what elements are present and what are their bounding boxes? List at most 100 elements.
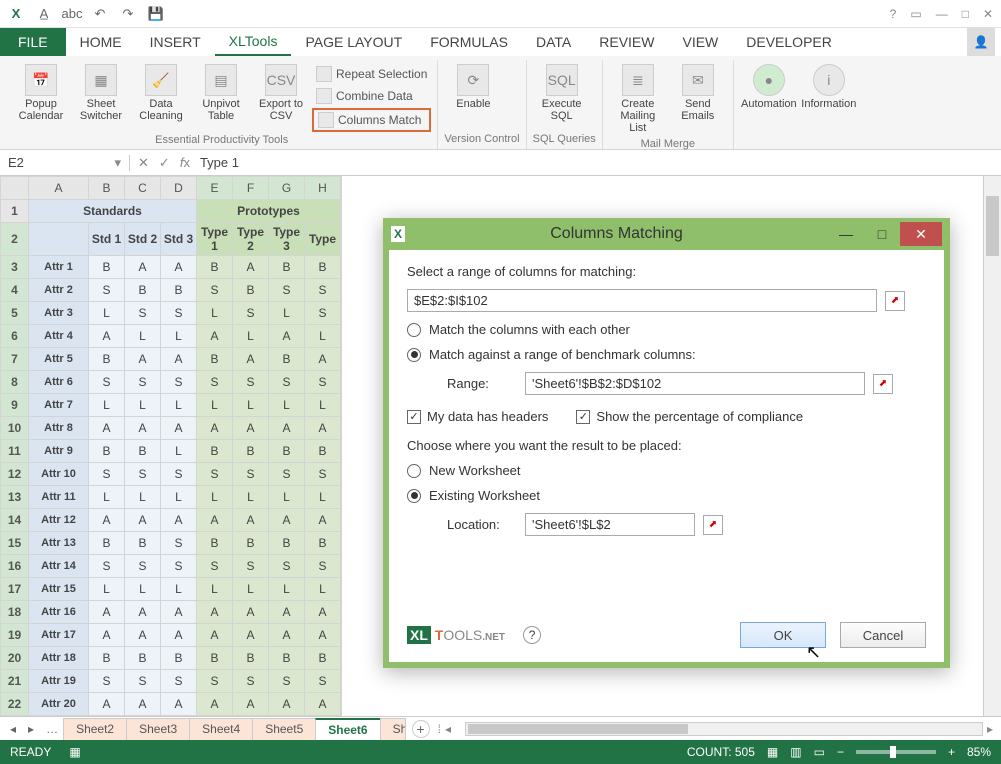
enable-vc-button[interactable]: ⟳Enable (444, 62, 502, 112)
column-header[interactable]: H (305, 177, 341, 200)
cell[interactable]: S (197, 371, 233, 394)
sheet-tab[interactable]: Sheet4 (189, 718, 253, 740)
row-header[interactable]: 17 (1, 578, 29, 601)
cell[interactable]: S (305, 371, 341, 394)
cell[interactable]: A (269, 693, 305, 716)
cell[interactable]: A (161, 348, 197, 371)
cell[interactable]: A (305, 348, 341, 371)
cell[interactable]: A (125, 348, 161, 371)
new-sheet-button[interactable]: + (412, 720, 430, 738)
view-page-icon[interactable]: ▥ (790, 745, 801, 759)
cell[interactable]: L (197, 578, 233, 601)
cell[interactable]: L (269, 486, 305, 509)
cell[interactable]: A (125, 509, 161, 532)
cell[interactable]: S (161, 532, 197, 555)
cell[interactable]: S (305, 463, 341, 486)
cell[interactable]: A (197, 601, 233, 624)
cell[interactable]: S (269, 279, 305, 302)
row-header[interactable]: 21 (1, 670, 29, 693)
cell[interactable]: S (233, 670, 269, 693)
cell[interactable]: L (161, 486, 197, 509)
cell[interactable]: L (161, 578, 197, 601)
cell[interactable]: L (161, 325, 197, 348)
sheet-tab[interactable]: Sh (380, 718, 406, 740)
cell[interactable]: A (305, 417, 341, 440)
cell[interactable]: B (89, 532, 125, 555)
xltools-logo[interactable]: XL TOOLS.NET (407, 627, 505, 643)
cell[interactable]: S (125, 302, 161, 325)
column-header[interactable]: A (29, 177, 89, 200)
column-header[interactable]: C (125, 177, 161, 200)
sheet-tab[interactable]: Sheet5 (252, 718, 316, 740)
sheet-tab[interactable]: Sheet6 (315, 718, 380, 740)
cell[interactable]: S (197, 463, 233, 486)
qat-spellcheck-icon[interactable]: abc (64, 6, 80, 22)
cell[interactable]: S (233, 302, 269, 325)
radio-match-benchmark[interactable] (407, 348, 421, 362)
execute-sql-button[interactable]: SQLExecute SQL (533, 62, 591, 124)
column-header[interactable]: G (269, 177, 305, 200)
formula-input[interactable]: Type 1 (200, 155, 239, 170)
cell[interactable]: L (161, 394, 197, 417)
sheet-nav-prev-icon[interactable]: ◂ (4, 722, 22, 736)
tab-file[interactable]: FILE (0, 28, 66, 56)
cell[interactable]: A (233, 417, 269, 440)
cell[interactable]: A (269, 417, 305, 440)
radio-new-worksheet[interactable] (407, 464, 421, 478)
cell[interactable]: S (161, 463, 197, 486)
ok-button[interactable]: OK (740, 622, 826, 648)
cell[interactable]: A (233, 348, 269, 371)
benchmark-range-input[interactable]: 'Sheet6'!$B$2:$D$102 (525, 372, 865, 395)
column-header[interactable]: B (89, 177, 125, 200)
combine-data-button[interactable]: Combine Data (312, 86, 431, 106)
cell[interactable]: B (125, 279, 161, 302)
row-header[interactable]: 19 (1, 624, 29, 647)
row-header[interactable]: 13 (1, 486, 29, 509)
row-header[interactable]: 15 (1, 532, 29, 555)
cell[interactable]: S (233, 371, 269, 394)
tab-xltools[interactable]: XLTools (215, 28, 292, 56)
cell[interactable]: B (269, 532, 305, 555)
cell[interactable]: A (89, 325, 125, 348)
tab-view[interactable]: VIEW (668, 28, 732, 56)
cell[interactable]: B (269, 440, 305, 463)
cell[interactable]: B (197, 440, 233, 463)
maximize-icon[interactable]: □ (962, 7, 969, 21)
cell[interactable]: L (197, 394, 233, 417)
cell[interactable]: A (269, 601, 305, 624)
cell[interactable]: A (197, 417, 233, 440)
cell[interactable]: A (125, 601, 161, 624)
row-header[interactable]: 11 (1, 440, 29, 463)
sheet-tab[interactable]: Sheet2 (63, 718, 127, 740)
cell[interactable]: S (269, 463, 305, 486)
unpivot-table-button[interactable]: ▤Unpivot Table (192, 62, 250, 124)
cell[interactable]: L (161, 440, 197, 463)
enter-icon[interactable]: ✓ (159, 155, 170, 171)
cell[interactable]: S (305, 670, 341, 693)
cell[interactable]: A (233, 693, 269, 716)
cell[interactable]: A (269, 325, 305, 348)
cell[interactable]: B (269, 256, 305, 279)
cell[interactable]: S (89, 555, 125, 578)
cell[interactable]: A (125, 624, 161, 647)
cell[interactable]: A (125, 417, 161, 440)
cell[interactable]: L (197, 302, 233, 325)
column-header[interactable]: F (233, 177, 269, 200)
user-avatar-icon[interactable]: 👤 (967, 28, 995, 56)
cell[interactable]: A (233, 256, 269, 279)
zoom-in-icon[interactable]: + (948, 745, 955, 759)
cell[interactable]: S (89, 670, 125, 693)
cell[interactable]: S (269, 555, 305, 578)
fx-icon[interactable]: fx (180, 155, 190, 170)
cell[interactable]: B (305, 440, 341, 463)
cell[interactable]: A (233, 509, 269, 532)
cell[interactable]: S (89, 463, 125, 486)
cell[interactable]: A (161, 417, 197, 440)
cell[interactable]: B (125, 440, 161, 463)
row-header[interactable]: 5 (1, 302, 29, 325)
cell[interactable]: A (161, 624, 197, 647)
hscroll-right-icon[interactable]: ▸ (983, 722, 997, 736)
create-mailing-list-button[interactable]: ≣Create Mailing List (609, 62, 667, 136)
cell[interactable]: L (89, 486, 125, 509)
cell[interactable]: A (233, 601, 269, 624)
